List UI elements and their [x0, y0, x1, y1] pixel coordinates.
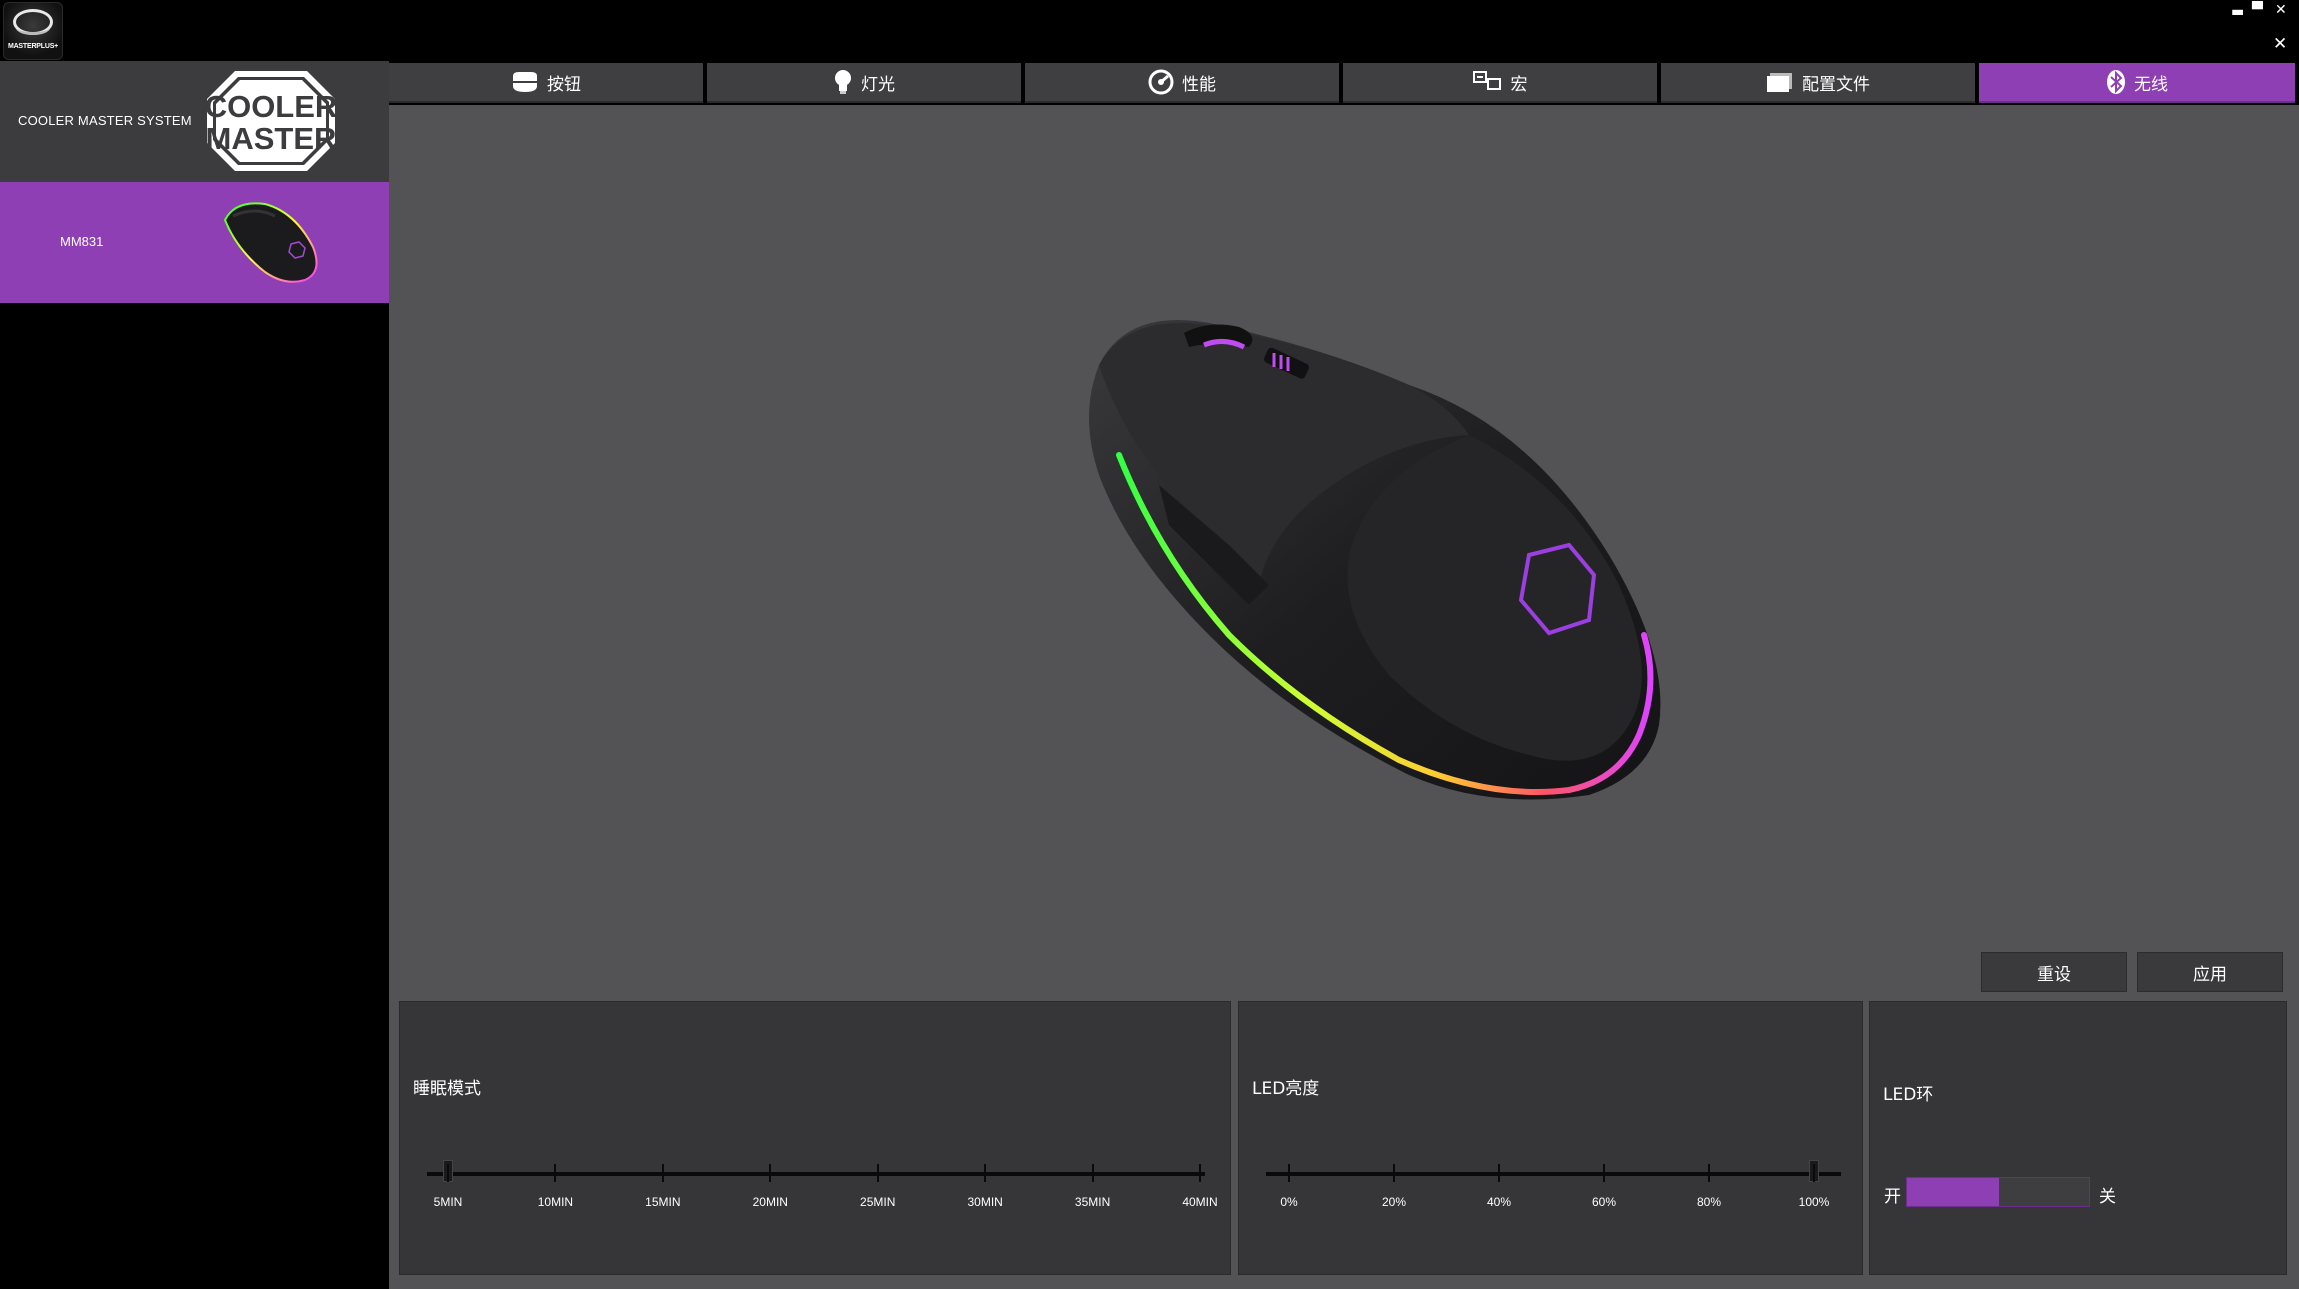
- brand-row[interactable]: COOLER MASTER SYSTEM COOLER MASTER: [0, 61, 389, 182]
- brightness-tick-label: 60%: [1591, 1195, 1617, 1209]
- led-ring-toggle[interactable]: [1906, 1177, 2090, 1207]
- sleep-tick-label: 35MIN: [1074, 1195, 1111, 1209]
- led-ring-title: LED环: [1883, 1085, 1934, 1105]
- reset-button[interactable]: 重设: [1981, 952, 2127, 992]
- device-name: MM831: [60, 234, 104, 249]
- sleep-tick-label: 25MIN: [860, 1195, 896, 1209]
- close-button[interactable]: ✕: [2275, 3, 2287, 17]
- led-brightness-panel: LED亮度 0% 20% 40% 60% 80% 100%: [1238, 1001, 1863, 1275]
- toggle-fill: [1907, 1178, 1999, 1206]
- tab-label: 无线: [2134, 74, 2168, 95]
- toggle-off-label: 关: [2099, 1187, 2116, 1207]
- macro-icon: [1472, 71, 1501, 90]
- title-bar: MASTERPLUS+ ▬ ▀ ✕ ✕: [0, 0, 2299, 61]
- sleep-mode-title: 睡眠模式: [413, 1079, 481, 1099]
- tab-label: 灯光: [861, 74, 895, 95]
- tab-profiles[interactable]: 配置文件: [1661, 63, 1975, 103]
- brightness-tick-label: 40%: [1486, 1195, 1512, 1209]
- profile-folder-icon: [1767, 73, 1792, 92]
- sleep-tick: [447, 1164, 449, 1182]
- brand-name: COOLER MASTER SYSTEM: [18, 113, 192, 128]
- tab-macro[interactable]: 宏: [1343, 63, 1657, 103]
- brightness-tick: [1603, 1164, 1605, 1182]
- brightness-slider-track[interactable]: [1266, 1172, 1841, 1176]
- brightness-tick-label: 0%: [1280, 1195, 1298, 1209]
- mouse-buttons-icon: [513, 72, 537, 92]
- brightness-tick: [1288, 1164, 1290, 1182]
- close-panel-icon[interactable]: ✕: [2273, 36, 2287, 53]
- tab-label: 按钮: [547, 74, 581, 95]
- brightness-tick-label: 100%: [1798, 1195, 1830, 1209]
- sidebar-item-mm831[interactable]: MM831: [0, 182, 389, 303]
- tab-label: 性能: [1182, 74, 1216, 95]
- tab-performance[interactable]: 性能: [1025, 63, 1339, 103]
- sleep-tick: [554, 1164, 557, 1182]
- main-content: 重设 应用 睡眠模式 5MIN 10MIN 15MIN 20MIN 25MIN 30MIN…: [389, 105, 2299, 1289]
- tab-lighting[interactable]: 灯光: [707, 63, 1021, 103]
- tab-buttons[interactable]: 按钮: [389, 63, 703, 103]
- sleep-tick-label: 15MIN: [645, 1195, 681, 1209]
- brightness-tick: [1813, 1164, 1815, 1182]
- sleep-tick: [1091, 1164, 1094, 1182]
- apply-button[interactable]: 应用: [2137, 952, 2283, 992]
- sleep-slider-track[interactable]: [427, 1172, 1205, 1176]
- tab-wireless[interactable]: 无线: [1979, 63, 2295, 103]
- mouse-preview-image: [1089, 320, 1661, 800]
- toggle-on-label: 开: [1884, 1187, 1901, 1207]
- brightness-tick: [1498, 1164, 1500, 1182]
- sleep-tick-label: 10MIN: [537, 1195, 574, 1209]
- performance-dial-icon: [1148, 69, 1174, 95]
- logo-text-cooler: COOLER: [205, 89, 337, 124]
- brightness-tick: [1708, 1164, 1710, 1182]
- minimize-button[interactable]: ▬: [2231, 5, 2244, 19]
- bluetooth-icon: [2107, 70, 2125, 94]
- mouse-thumbnail-icon: [223, 202, 318, 283]
- led-ring-panel: LED环 开 关: [1869, 1001, 2287, 1275]
- sleep-tick-label: 5MIN: [433, 1195, 463, 1209]
- sleep-tick: [984, 1164, 987, 1182]
- brightness-tick-label: 20%: [1381, 1195, 1407, 1209]
- sidebar: COOLER MASTER SYSTEM COOLER MASTER MM831: [0, 61, 389, 1289]
- tab-bar: 按钮 灯光 性能 宏 配置文件 无线: [389, 61, 2295, 105]
- sleep-tick: [876, 1164, 879, 1182]
- light-bulb-icon: [835, 70, 851, 94]
- sleep-mode-panel: 睡眠模式 5MIN 10MIN 15MIN 20MIN 25MIN 30MIN 35MIN 4…: [399, 1001, 1231, 1275]
- sleep-tick: [1199, 1164, 1201, 1182]
- led-brightness-title: LED亮度: [1252, 1079, 1320, 1099]
- sleep-tick: [661, 1164, 664, 1182]
- app-logo-text: MASTERPLUS+: [7, 43, 59, 50]
- sleep-tick-label: 40MIN: [1182, 1195, 1218, 1209]
- sleep-tick-label: 20MIN: [752, 1195, 788, 1209]
- logo-text-master: MASTER: [206, 121, 337, 156]
- brightness-tick: [1393, 1164, 1395, 1182]
- masterplus-logo-icon: MASTERPLUS+: [3, 2, 63, 60]
- sleep-tick-label: 30MIN: [967, 1195, 1003, 1209]
- brightness-tick-label: 80%: [1696, 1195, 1722, 1209]
- sleep-tick: [769, 1164, 772, 1182]
- cooler-master-logo-icon: COOLER MASTER: [205, 71, 337, 171]
- maximize-button[interactable]: ▀: [2252, 3, 2263, 17]
- tab-label: 配置文件: [1802, 74, 1870, 95]
- tab-label: 宏: [1510, 74, 1528, 95]
